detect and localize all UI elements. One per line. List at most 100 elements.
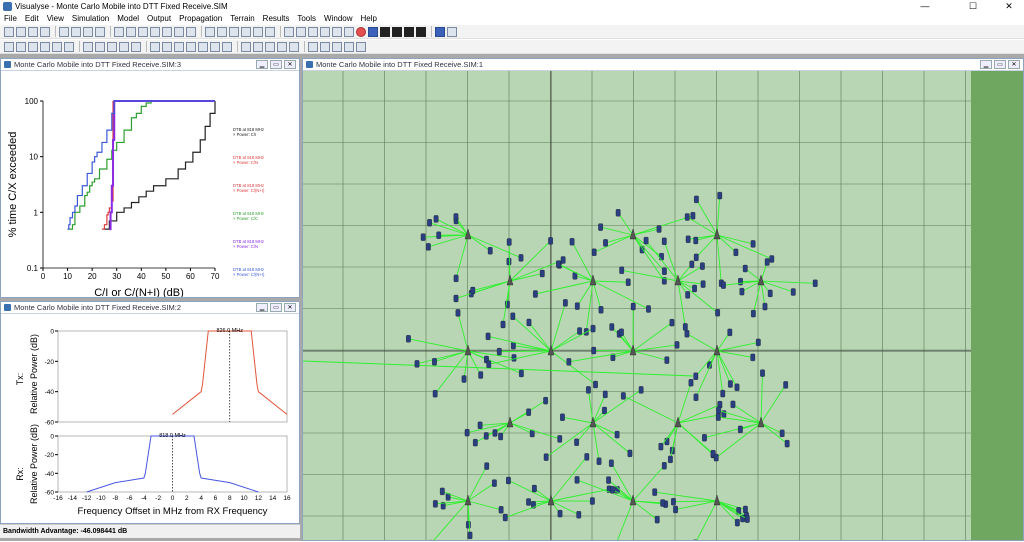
toolbar-button-icon[interactable]	[253, 42, 263, 52]
close-button[interactable]: ✕	[994, 0, 1024, 12]
toolbar-button-icon[interactable]	[59, 27, 69, 37]
toolbar-button-icon[interactable]	[83, 42, 93, 52]
toolbar-button-icon[interactable]	[71, 27, 81, 37]
frequency-label: 826.0 MHz	[216, 328, 243, 334]
map-close-button[interactable]: ✕	[1008, 60, 1020, 69]
toolbar-button-icon[interactable]	[16, 27, 26, 37]
toolbar-button-icon[interactable]	[174, 27, 184, 37]
map-maximize-button[interactable]: ▭	[994, 60, 1006, 69]
toolbar-button-icon[interactable]	[241, 42, 251, 52]
mobile-station-icon	[756, 339, 760, 346]
menu-propagation[interactable]: Propagation	[175, 14, 226, 23]
map-window-title: Monte Carlo Mobile into DTT Fixed Receiv…	[316, 60, 483, 69]
toolbar-button-icon[interactable]	[416, 27, 426, 37]
toolbar-button-icon[interactable]	[229, 27, 239, 37]
menu-help[interactable]: Help	[357, 14, 381, 23]
toolbar-button-icon[interactable]	[40, 27, 50, 37]
menu-file[interactable]: File	[0, 14, 21, 23]
toolbar-button-icon[interactable]	[52, 42, 62, 52]
x-tick-label: 60	[186, 272, 195, 281]
maximize-button[interactable]: ☐	[958, 0, 988, 12]
menu-tools[interactable]: Tools	[293, 14, 320, 23]
toolbar-button-icon[interactable]	[296, 27, 306, 37]
toolbar-button-icon[interactable]	[380, 27, 390, 37]
toolbar-button-icon[interactable]	[308, 42, 318, 52]
toolbar-button-icon[interactable]	[320, 27, 330, 37]
menu-edit[interactable]: Edit	[21, 14, 43, 23]
toolbar-button-icon[interactable]	[95, 42, 105, 52]
toolbar-button-icon[interactable]	[265, 42, 275, 52]
toolbar-button-icon[interactable]	[174, 42, 184, 52]
toolbar-button-icon[interactable]	[162, 42, 172, 52]
toolbar-button-icon[interactable]	[344, 42, 354, 52]
spectrum-minimize-button[interactable]: ▁	[256, 303, 268, 312]
toolbar-button-icon[interactable]	[83, 27, 93, 37]
mobile-station-icon	[575, 303, 579, 310]
toolbar-button-icon[interactable]	[131, 42, 141, 52]
toolbar-button-icon[interactable]	[222, 42, 232, 52]
x-tick-label: -16	[53, 495, 63, 502]
toolbar-button-icon[interactable]	[198, 42, 208, 52]
minimize-button[interactable]: —	[910, 0, 940, 12]
mobile-station-icon	[454, 275, 458, 282]
toolbar-button-icon[interactable]	[114, 27, 124, 37]
toolbar-button-icon[interactable]	[28, 42, 38, 52]
map-window-titlebar[interactable]: Monte Carlo Mobile into DTT Fixed Receiv…	[303, 59, 1023, 71]
plot-minimize-button[interactable]: ▁	[256, 60, 268, 69]
menu-simulation[interactable]: Simulation	[68, 14, 113, 23]
toolbar-button-icon[interactable]	[435, 27, 445, 37]
toolbar-button-icon[interactable]	[150, 42, 160, 52]
toolbar-button-icon[interactable]	[356, 27, 366, 37]
toolbar-button-icon[interactable]	[332, 27, 342, 37]
menu-view[interactable]: View	[43, 14, 68, 23]
toolbar-button-icon[interactable]	[320, 42, 330, 52]
toolbar-button-icon[interactable]	[28, 27, 38, 37]
menu-terrain[interactable]: Terrain	[226, 14, 258, 23]
toolbar-button-icon[interactable]	[162, 27, 172, 37]
toolbar-button-icon[interactable]	[289, 42, 299, 52]
map-minimize-button[interactable]: ▁	[980, 60, 992, 69]
toolbar-button-icon[interactable]	[356, 42, 366, 52]
toolbar-button-icon[interactable]	[4, 27, 14, 37]
toolbar-button-icon[interactable]	[16, 42, 26, 52]
plot-maximize-button[interactable]: ▭	[270, 60, 282, 69]
toolbar-button-icon[interactable]	[205, 27, 215, 37]
toolbar-button-icon[interactable]	[126, 27, 136, 37]
mobile-station-icon	[507, 258, 511, 265]
toolbar-button-icon[interactable]	[368, 27, 378, 37]
toolbar-button-icon[interactable]	[344, 27, 354, 37]
toolbar-button-icon[interactable]	[138, 27, 148, 37]
toolbar-button-icon[interactable]	[404, 27, 414, 37]
toolbar-button-icon[interactable]	[186, 27, 196, 37]
toolbar-button-icon[interactable]	[392, 27, 402, 37]
tx-label: Tx:	[15, 373, 25, 386]
toolbar-button-icon[interactable]	[119, 42, 129, 52]
spectrum-close-button[interactable]: ✕	[284, 303, 296, 312]
toolbar-button-icon[interactable]	[284, 27, 294, 37]
toolbar-button-icon[interactable]	[241, 27, 251, 37]
toolbar-button-icon[interactable]	[107, 42, 117, 52]
mobile-station-icon	[488, 247, 492, 254]
toolbar-button-icon[interactable]	[40, 42, 50, 52]
simulation-map[interactable]	[303, 71, 1023, 540]
toolbar-button-icon[interactable]	[186, 42, 196, 52]
toolbar-button-icon[interactable]	[64, 42, 74, 52]
toolbar-button-icon[interactable]	[265, 27, 275, 37]
menu-window[interactable]: Window	[320, 14, 356, 23]
plot-window-title: Monte Carlo Mobile into DTT Fixed Receiv…	[14, 60, 181, 69]
spectrum-maximize-button[interactable]: ▭	[270, 303, 282, 312]
toolbar-button-icon[interactable]	[4, 42, 14, 52]
toolbar-button-icon[interactable]	[277, 42, 287, 52]
toolbar-button-icon[interactable]	[332, 42, 342, 52]
toolbar-button-icon[interactable]	[308, 27, 318, 37]
toolbar-button-icon[interactable]	[217, 27, 227, 37]
toolbar-button-icon[interactable]	[150, 27, 160, 37]
plot-close-button[interactable]: ✕	[284, 60, 296, 69]
menu-results[interactable]: Results	[259, 14, 294, 23]
menu-output[interactable]: Output	[143, 14, 175, 23]
toolbar-button-icon[interactable]	[95, 27, 105, 37]
toolbar-button-icon[interactable]	[210, 42, 220, 52]
toolbar-button-icon[interactable]	[447, 27, 457, 37]
menu-model[interactable]: Model	[113, 14, 143, 23]
toolbar-button-icon[interactable]	[253, 27, 263, 37]
